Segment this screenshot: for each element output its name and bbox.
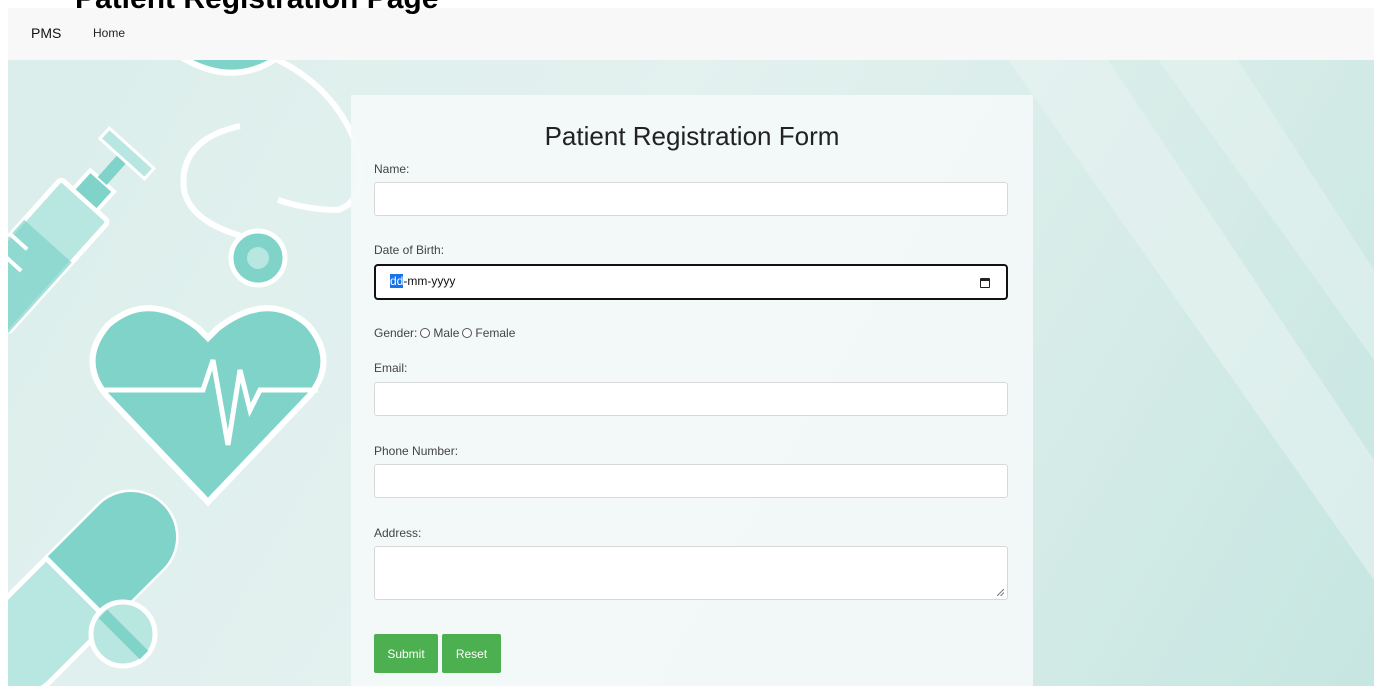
- name-label: Name:: [374, 162, 410, 176]
- phone-label: Phone Number:: [374, 444, 459, 458]
- gender-group: Gender: Male Female: [374, 326, 515, 340]
- address-label: Address:: [374, 526, 422, 540]
- dob-placeholder: dd-mm-yyyy: [390, 274, 455, 288]
- calendar-icon[interactable]: [980, 278, 990, 288]
- email-label: Email:: [374, 361, 408, 375]
- resize-grip-icon[interactable]: [997, 589, 1004, 596]
- stethoscope-icon: [180, 60, 364, 288]
- dob-day-segment: dd: [390, 274, 404, 288]
- dob-input[interactable]: dd-mm-yyyy: [374, 264, 1008, 300]
- dob-label: Date of Birth:: [374, 243, 445, 257]
- reset-button[interactable]: Reset: [442, 634, 501, 673]
- page: Patient Registration Page PMS Home Patie…: [0, 0, 1374, 686]
- name-input[interactable]: [374, 182, 1008, 216]
- gender-label: Gender:: [374, 326, 418, 340]
- address-textarea[interactable]: [374, 546, 1008, 600]
- gender-female-radio[interactable]: [462, 328, 473, 338]
- pill-tablet-icon: [88, 599, 158, 669]
- gender-male-radio[interactable]: [420, 328, 431, 338]
- gender-male-label: Male: [433, 326, 460, 340]
- registration-form: Patient Registration Form Name: Date of …: [351, 95, 1033, 686]
- dob-rest-segment: -mm-yyyy: [403, 274, 456, 288]
- gender-female-label: Female: [475, 326, 516, 340]
- page-heading: Patient Registration Page: [75, 0, 438, 14]
- form-title: Patient Registration Form: [544, 121, 840, 151]
- navbar: PMS Home: [8, 8, 1374, 60]
- submit-button[interactable]: Submit: [374, 634, 438, 673]
- heart-pulse-icon: [89, 305, 327, 507]
- email-input[interactable]: [374, 382, 1008, 416]
- phone-input[interactable]: [374, 464, 1008, 498]
- syringe-icon: [8, 126, 157, 335]
- nav-link-home[interactable]: Home: [93, 26, 125, 40]
- brand-link[interactable]: PMS: [31, 25, 61, 41]
